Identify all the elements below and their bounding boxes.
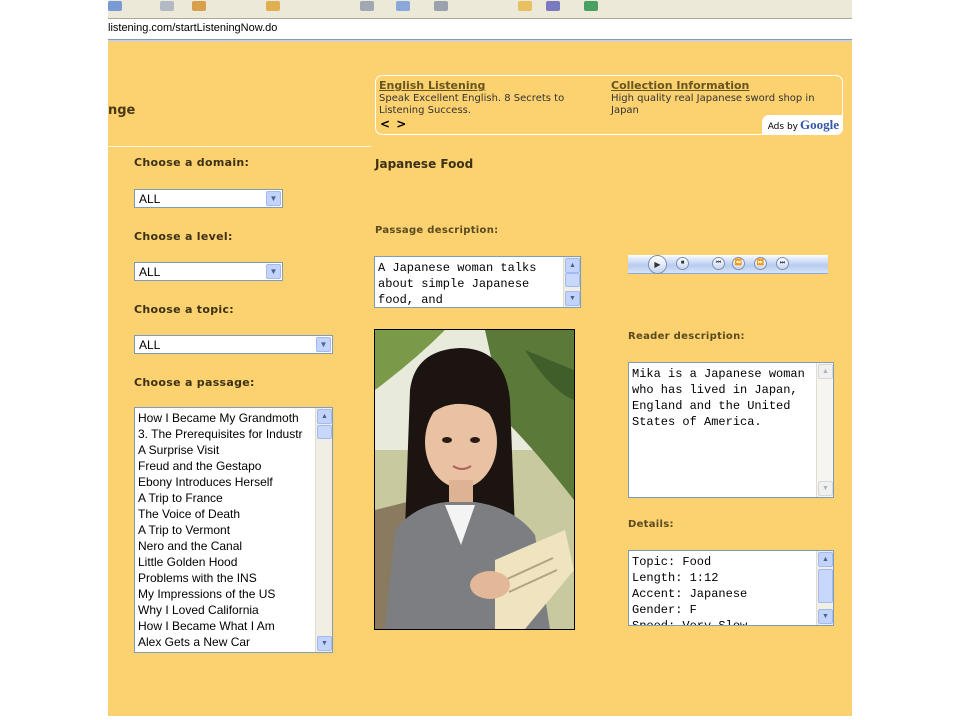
list-item[interactable]: 3. The Prerequisites for Industr (138, 426, 314, 442)
ads-by-label: Ads by (767, 122, 798, 132)
list-item[interactable]: Nero and the Canal (138, 538, 314, 554)
divider (108, 146, 371, 147)
domain-label: Choose a domain: (134, 156, 250, 169)
scroll-thumb[interactable] (818, 569, 833, 603)
scroll-up-icon[interactable]: ▲ (818, 552, 833, 567)
ad-title[interactable]: Collection Information (611, 79, 826, 92)
passage-listbox[interactable]: How I Became My Grandmoth 3. The Prerequ… (134, 407, 333, 653)
previous-icon[interactable]: ⏮ (712, 257, 725, 270)
scroll-down-icon[interactable]: ▼ (818, 609, 833, 624)
details-label: Details: (628, 519, 674, 530)
rewind-icon[interactable]: ⏪ (732, 257, 745, 270)
folder-icon[interactable] (518, 1, 532, 11)
scroll-up-icon[interactable]: ▲ (818, 364, 833, 379)
details-scrollbar[interactable]: ▲ ▼ (816, 551, 833, 625)
scroll-thumb[interactable] (317, 425, 332, 439)
list-item[interactable]: Problems with the INS (138, 570, 314, 586)
ad-text: Speak Excellent English. 8 Secrets to Li… (379, 93, 565, 116)
level-select[interactable]: ALL ▼ (134, 262, 283, 281)
back-icon[interactable] (108, 1, 122, 11)
tools-icon[interactable] (546, 1, 560, 11)
description-scrollbar[interactable]: ▲ ▼ (563, 257, 580, 307)
topic-select-value: ALL (139, 338, 161, 352)
list-item[interactable]: Why I Loved California (138, 602, 314, 618)
play-icon[interactable]: ▶ (648, 255, 667, 274)
passage-scrollbar[interactable]: ▲ ▼ (315, 408, 332, 652)
domain-select[interactable]: ALL ▼ (134, 189, 283, 208)
passage-description-label: Passage description: (375, 225, 499, 236)
refresh-icon[interactable] (360, 1, 374, 11)
site-title: nge (108, 103, 136, 118)
reader-scrollbar[interactable]: ▲ ▼ (816, 363, 833, 497)
list-item[interactable]: My Impressions of the US (138, 586, 314, 602)
passage-list[interactable]: How I Became My Grandmoth 3. The Prerequ… (138, 410, 314, 650)
list-item[interactable]: Freud and the Gestapo (138, 458, 314, 474)
google-logo: Google (800, 117, 839, 132)
ad-nav-arrows[interactable]: < > (380, 117, 407, 131)
passage-description-text: A Japanese woman talks about simple Japa… (378, 261, 544, 307)
scroll-down-icon[interactable]: ▼ (565, 291, 580, 306)
passage-description-box[interactable]: A Japanese woman talks about simple Japa… (374, 256, 581, 308)
list-item[interactable]: A Surprise Visit (138, 442, 314, 458)
ad-english-listening[interactable]: English Listening Speak Excellent Englis… (379, 79, 594, 117)
domain-select-value: ALL (139, 192, 161, 206)
chevron-down-icon[interactable]: ▼ (316, 337, 331, 352)
address-url[interactable]: listening.com/startListeningNow.do (108, 22, 277, 34)
scroll-down-icon[interactable]: ▼ (818, 481, 833, 496)
browser-toolbar (108, 0, 852, 19)
ad-collection-information[interactable]: Collection Information High quality real… (611, 79, 826, 117)
scroll-up-icon[interactable]: ▲ (317, 409, 332, 424)
passage-label: Choose a passage: (134, 376, 255, 389)
list-item[interactable]: The Voice of Death (138, 506, 314, 522)
google-ads-box: English Listening Speak Excellent Englis… (375, 75, 843, 135)
scroll-down-icon[interactable]: ▼ (317, 636, 332, 651)
media-player[interactable]: ▶ ■ ⏮ ⏪ ⏩ ⏭ (628, 255, 828, 274)
fast-forward-icon[interactable]: ⏩ (754, 257, 767, 270)
globe-icon[interactable] (584, 1, 598, 11)
page: nge English Listening Speak Excellent En… (108, 42, 852, 716)
topic-select[interactable]: ALL ▼ (134, 335, 333, 354)
scroll-up-icon[interactable]: ▲ (565, 258, 580, 273)
list-item[interactable]: A Trip to Vermont (138, 522, 314, 538)
reader-description-text: Mika is a Japanese woman who has lived i… (632, 367, 813, 429)
list-item[interactable]: How I Became What I Am (138, 618, 314, 634)
level-label: Choose a level: (134, 230, 233, 243)
reader-description-label: Reader description: (628, 331, 745, 342)
ads-by-google[interactable]: Ads by Google (761, 115, 843, 135)
level-select-value: ALL (139, 265, 161, 279)
details-box[interactable]: Topic: Food Length: 1:12 Accent: Japanes… (628, 550, 834, 626)
list-item[interactable]: Ebony Introduces Herself (138, 474, 314, 490)
chevron-down-icon[interactable]: ▼ (266, 191, 281, 206)
disk-icon[interactable] (434, 1, 448, 11)
reader-photo (374, 329, 575, 630)
next-icon[interactable]: ⏭ (776, 257, 789, 270)
list-item[interactable]: Little Golden Hood (138, 554, 314, 570)
list-item[interactable]: Alex Gets a New Car (138, 634, 314, 650)
topic-label: Choose a topic: (134, 303, 234, 316)
passage-title: Japanese Food (375, 157, 474, 171)
chevron-down-icon[interactable]: ▼ (266, 264, 281, 279)
list-item[interactable]: How I Became My Grandmoth (138, 410, 314, 426)
mail-icon[interactable] (396, 1, 410, 11)
print-icon[interactable] (160, 1, 174, 11)
ad-text: High quality real Japanese sword shop in… (611, 93, 815, 116)
ad-title[interactable]: English Listening (379, 79, 594, 92)
list-item[interactable]: A Trip to France (138, 490, 314, 506)
reader-description-box[interactable]: Mika is a Japanese woman who has lived i… (628, 362, 834, 498)
edit-icon[interactable] (192, 1, 206, 11)
stop-icon[interactable]: ■ (676, 257, 689, 270)
scroll-thumb[interactable] (565, 273, 580, 287)
address-bar[interactable]: listening.com/startListeningNow.do (108, 19, 852, 40)
cut-icon[interactable] (266, 1, 280, 11)
details-text: Topic: Food Length: 1:12 Accent: Japanes… (632, 555, 748, 626)
